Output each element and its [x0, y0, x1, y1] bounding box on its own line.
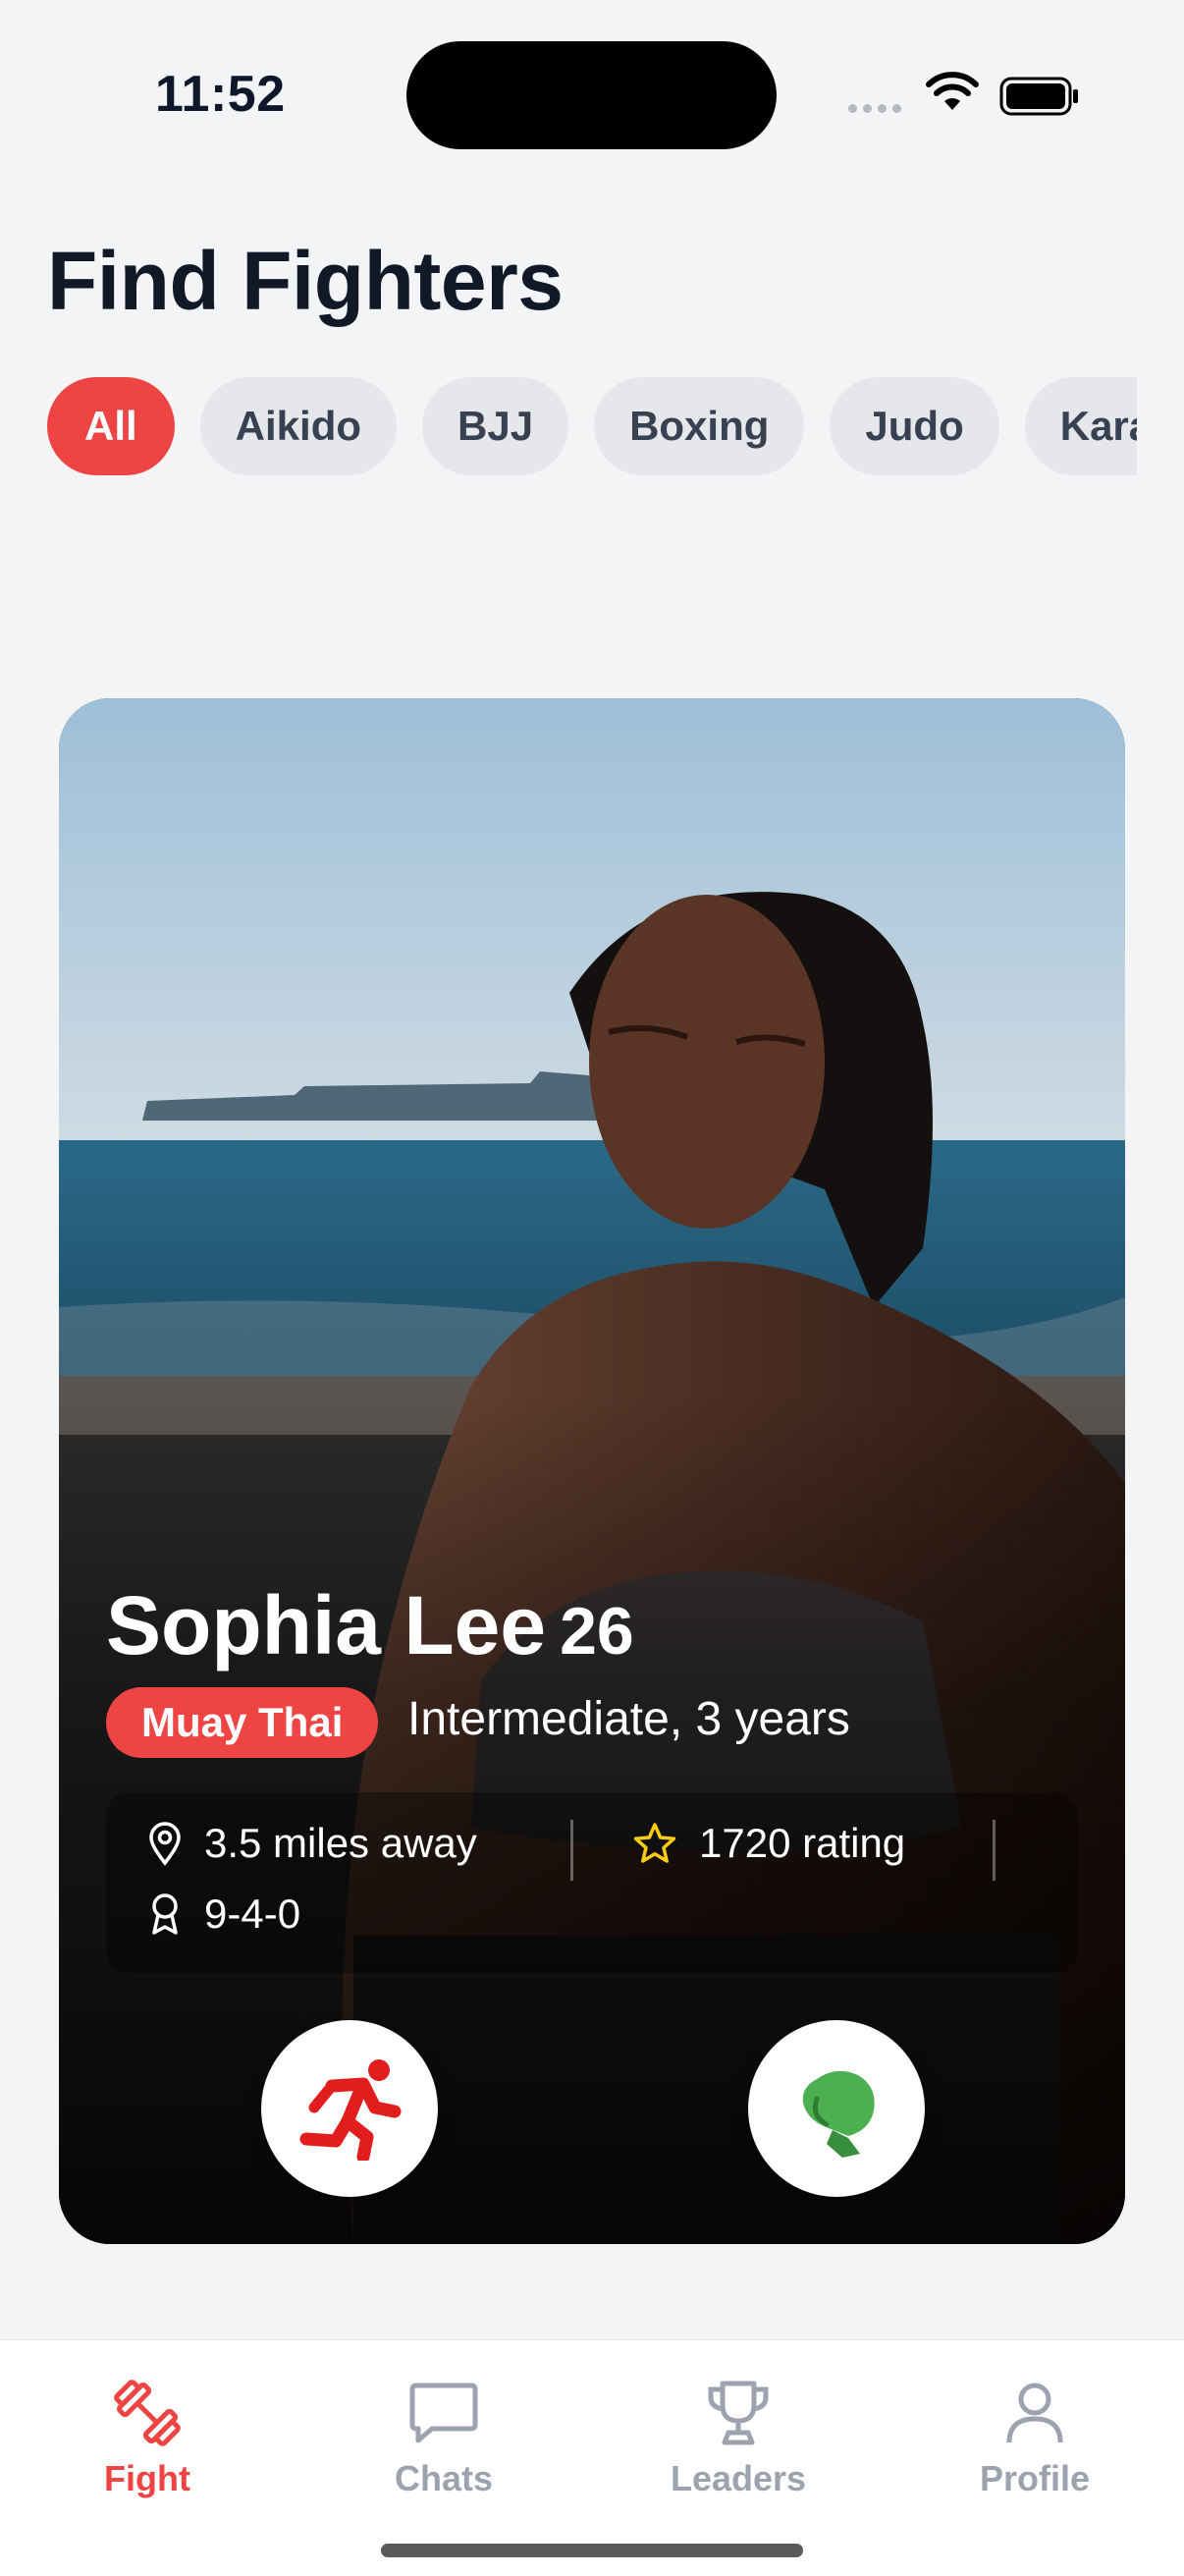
pass-button[interactable]	[261, 2020, 438, 2197]
dumbbell-icon	[114, 2380, 181, 2446]
fight-button[interactable]	[748, 2020, 925, 2197]
tab-profile-label: Profile	[979, 2458, 1091, 2498]
fighter-name: Sophia Lee	[106, 1579, 547, 1672]
experience-text: Intermediate, 3 years	[407, 1693, 850, 1745]
filter-chip-boxing[interactable]: Boxing	[594, 377, 805, 475]
award-icon	[152, 1893, 178, 1935]
rating-stat: 1720 rating	[632, 1820, 905, 1867]
home-indicator[interactable]	[381, 2544, 803, 2557]
tab-fight-label: Fight	[104, 2458, 190, 2498]
card-gradient-overlay	[59, 698, 1125, 2244]
run-icon	[299, 2059, 402, 2161]
stats-divider	[993, 1820, 996, 1881]
star-icon	[633, 1823, 676, 1863]
tab-fight[interactable]: Fight	[49, 2380, 245, 2499]
boxing-glove-icon	[802, 2070, 875, 2158]
discipline-badge: Muay Thai	[106, 1687, 379, 1758]
fighter-name-line: Sophia Lee 26	[106, 1578, 634, 1673]
tab-profile[interactable]: Profile	[937, 2380, 1133, 2499]
tab-chats[interactable]: Chats	[346, 2380, 542, 2499]
filter-chip-aikido[interactable]: Aikido	[199, 377, 398, 475]
stats-divider	[570, 1820, 573, 1881]
filter-chip-all[interactable]: All	[47, 377, 175, 475]
wifi-icon	[926, 72, 979, 110]
record-stat: 9-4-0	[147, 1891, 300, 1938]
fighter-age: 26	[560, 1594, 634, 1669]
location-pin-icon	[149, 1822, 181, 1866]
filter-chip-karate[interactable]: Karate	[1024, 377, 1137, 475]
trophy-icon	[708, 2381, 769, 2445]
tab-bar: Fight Chats Leaders Profile	[0, 2339, 1184, 2576]
user-icon	[1006, 2383, 1063, 2443]
page-title: Find Fighters	[47, 235, 564, 327]
chat-icon	[409, 2383, 478, 2443]
battery-icon	[999, 77, 1078, 116]
tab-chats-label: Chats	[394, 2458, 494, 2498]
filter-chip-bjj[interactable]: BJJ	[422, 377, 569, 475]
distance-text: 3.5 miles away	[204, 1820, 477, 1866]
tab-leaders-label: Leaders	[670, 2458, 807, 2498]
fighter-card[interactable]: Sophia Lee 26 Muay Thai Intermediate, 3 y…	[59, 698, 1125, 2244]
stats-box: 3.5 miles away 1720 rating 9-4-0	[106, 1792, 1078, 1973]
tab-leaders[interactable]: Leaders	[640, 2380, 836, 2499]
filter-chip-judo[interactable]: Judo	[830, 377, 999, 475]
status-time: 11:52	[155, 66, 286, 123]
filter-chips: All Aikido BJJ Boxing Judo Karate	[47, 377, 1137, 475]
rating-text: 1720 rating	[699, 1820, 906, 1866]
signal-icon	[848, 104, 901, 113]
dynamic-island	[406, 41, 777, 149]
record-text: 9-4-0	[204, 1891, 301, 1937]
distance-stat: 3.5 miles away	[147, 1820, 477, 1867]
